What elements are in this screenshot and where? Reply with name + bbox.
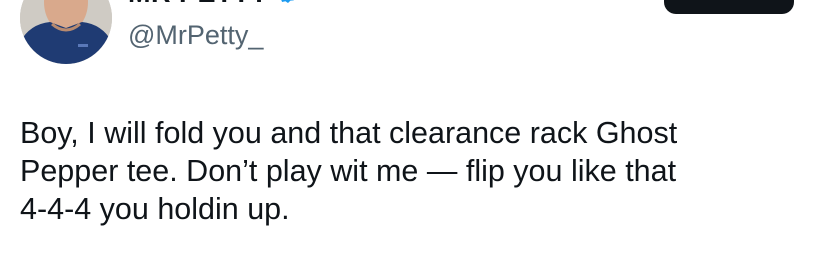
tweet-text-line: Boy, I will fold you and that clearance … [20, 116, 678, 150]
tweet-text-line: Pepper tee. Don’t play wit me — flip you… [20, 154, 677, 188]
author-handle[interactable]: @MrPetty_ [128, 20, 263, 51]
tweet-card: MR PETTY @MrPetty_ Boy, I will fold you … [0, 0, 828, 275]
author-name-row: MR PETTY [128, 0, 299, 8]
tweet-text-line: 4-4-4 you holdin up. [20, 192, 290, 226]
verified-badge-icon [275, 0, 299, 5]
display-name[interactable]: MR PETTY [128, 0, 269, 9]
follow-button[interactable] [664, 0, 794, 14]
avatar-photo [20, 0, 112, 64]
tweet-text: Boy, I will fold you and that clearance … [20, 114, 820, 228]
avatar[interactable] [20, 0, 112, 64]
